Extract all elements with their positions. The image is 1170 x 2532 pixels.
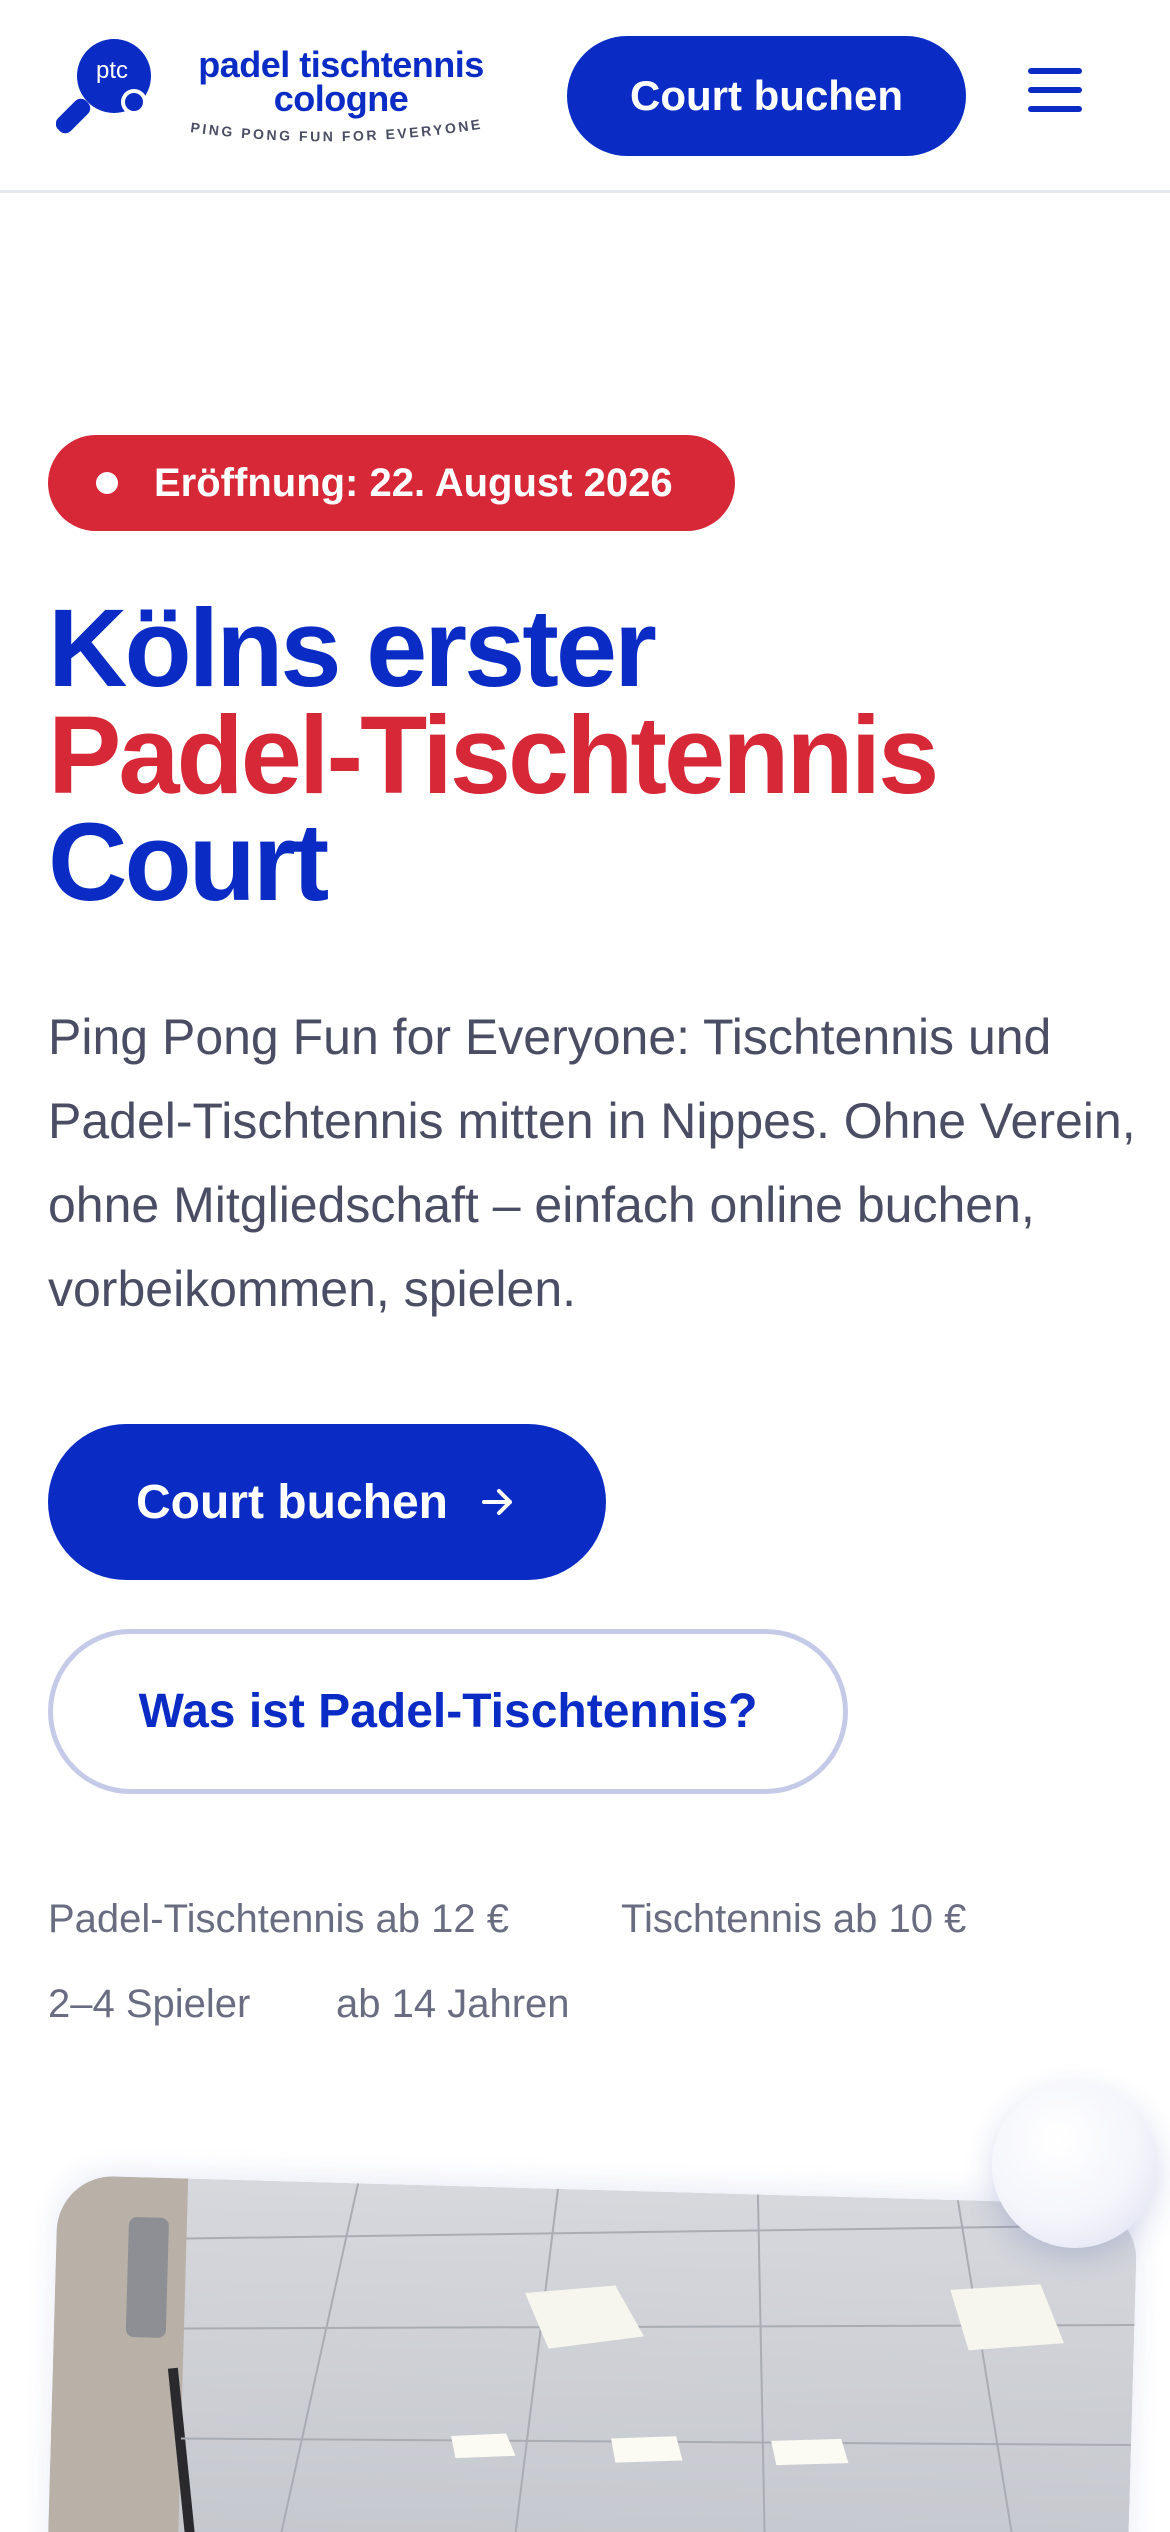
header-book-court-button[interactable]: Court buchen bbox=[567, 36, 966, 156]
logo-tagline: PING PONG FUN FOR EVERYONE bbox=[190, 116, 484, 145]
svg-text:PING PONG FUN FOR EVERYONE: PING PONG FUN FOR EVERYONE bbox=[190, 116, 484, 145]
age-info: ab 14 Jahren bbox=[336, 1982, 570, 2026]
opening-date-badge: Eröffnung: 22. August 2026 bbox=[48, 435, 735, 531]
players-info: 2–4 Spieler bbox=[48, 1982, 251, 2026]
venue-photo-image bbox=[46, 2174, 1138, 2532]
hero-headline: Kölns erster Padel-Tischtennis Court bbox=[48, 587, 1128, 924]
hamburger-menu-icon[interactable] bbox=[1024, 60, 1088, 120]
book-court-button[interactable]: Court buchen bbox=[48, 1424, 606, 1580]
logo-title: padel tischtennis cologne bbox=[166, 44, 516, 117]
arrow-right-icon bbox=[481, 1489, 512, 1515]
hero-intro-text: Ping Pong Fun for Everyone: Tischtennis … bbox=[48, 1009, 1136, 1317]
book-court-label: Court buchen bbox=[136, 1475, 448, 1529]
headline-line2: Padel-Tischtennis bbox=[48, 694, 939, 817]
dot-icon bbox=[96, 472, 118, 494]
paddle-logo-icon: ptc bbox=[56, 39, 151, 134]
opening-date-text: Eröffnung: 22. August 2026 bbox=[154, 460, 673, 505]
site-logo[interactable]: ptc padel tischtennis cologne PING PONG … bbox=[56, 38, 516, 158]
tischtennis-price-info: Tischtennis ab 10 € bbox=[621, 1897, 967, 1941]
what-is-padel-button[interactable]: Was ist Padel-Tischtennis? bbox=[48, 1629, 848, 1794]
headline-line1: Kölns erster bbox=[48, 587, 657, 710]
headline-line3: Court bbox=[48, 801, 329, 924]
logo-mark-text: ptc bbox=[96, 57, 128, 84]
padel-price-info: Padel-Tischtennis ab 12 € bbox=[48, 1897, 510, 1941]
logo-title-line1: padel tischtennis bbox=[198, 44, 484, 85]
ping-pong-ball-decoration bbox=[992, 2082, 1158, 2248]
logo-tagline-text: PING PONG FUN FOR EVERYONE bbox=[190, 116, 482, 145]
site-header: ptc padel tischtennis cologne PING PONG … bbox=[0, 0, 1170, 193]
venue-photo bbox=[46, 2174, 1138, 2532]
